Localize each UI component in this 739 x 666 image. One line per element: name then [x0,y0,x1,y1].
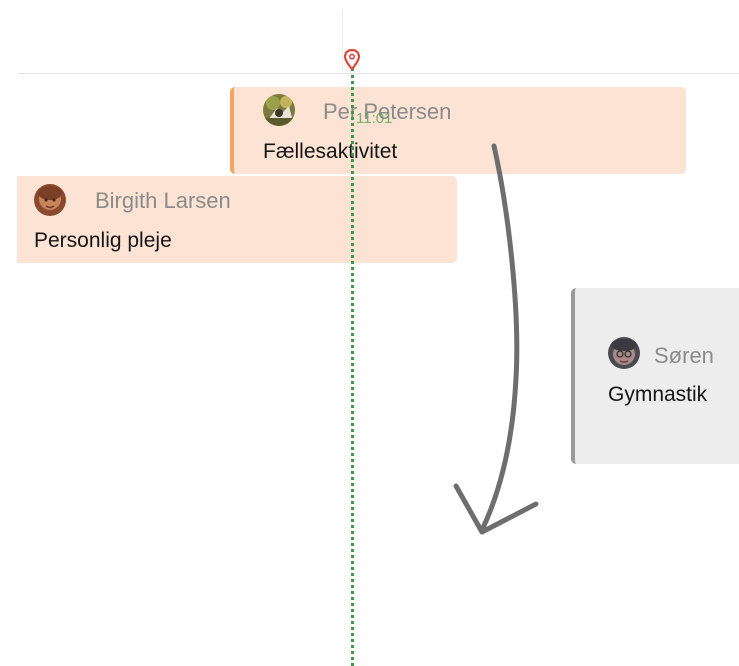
person-photo-icon [608,337,640,369]
avatar-per-petersen [263,94,295,126]
event-person-name: Birgith Larsen [95,188,231,213]
person-photo-icon [263,94,295,126]
event-activity-title: Fællesaktivitet [263,140,398,163]
drag-arrow-icon [453,143,539,535]
event-activity-title: Personlig pleje [34,229,172,252]
hour-gridline [342,10,343,72]
person-photo-icon [34,184,66,216]
event-activity-title: Gymnastik [608,383,708,406]
event-card-personlig-pleje[interactable]: Birgith Larsen Personlig pleje [17,176,457,263]
event-person-name: Søren [654,343,714,368]
avatar-birgith-larsen [34,184,66,216]
event-card-gymnastik[interactable]: Søren Gymnastik [571,288,739,464]
avatar-soren [608,337,640,369]
current-time-label: 11:01 [356,110,393,127]
current-time-line [351,68,354,666]
location-pin-icon [344,49,360,71]
timeline-header-line [18,73,739,74]
